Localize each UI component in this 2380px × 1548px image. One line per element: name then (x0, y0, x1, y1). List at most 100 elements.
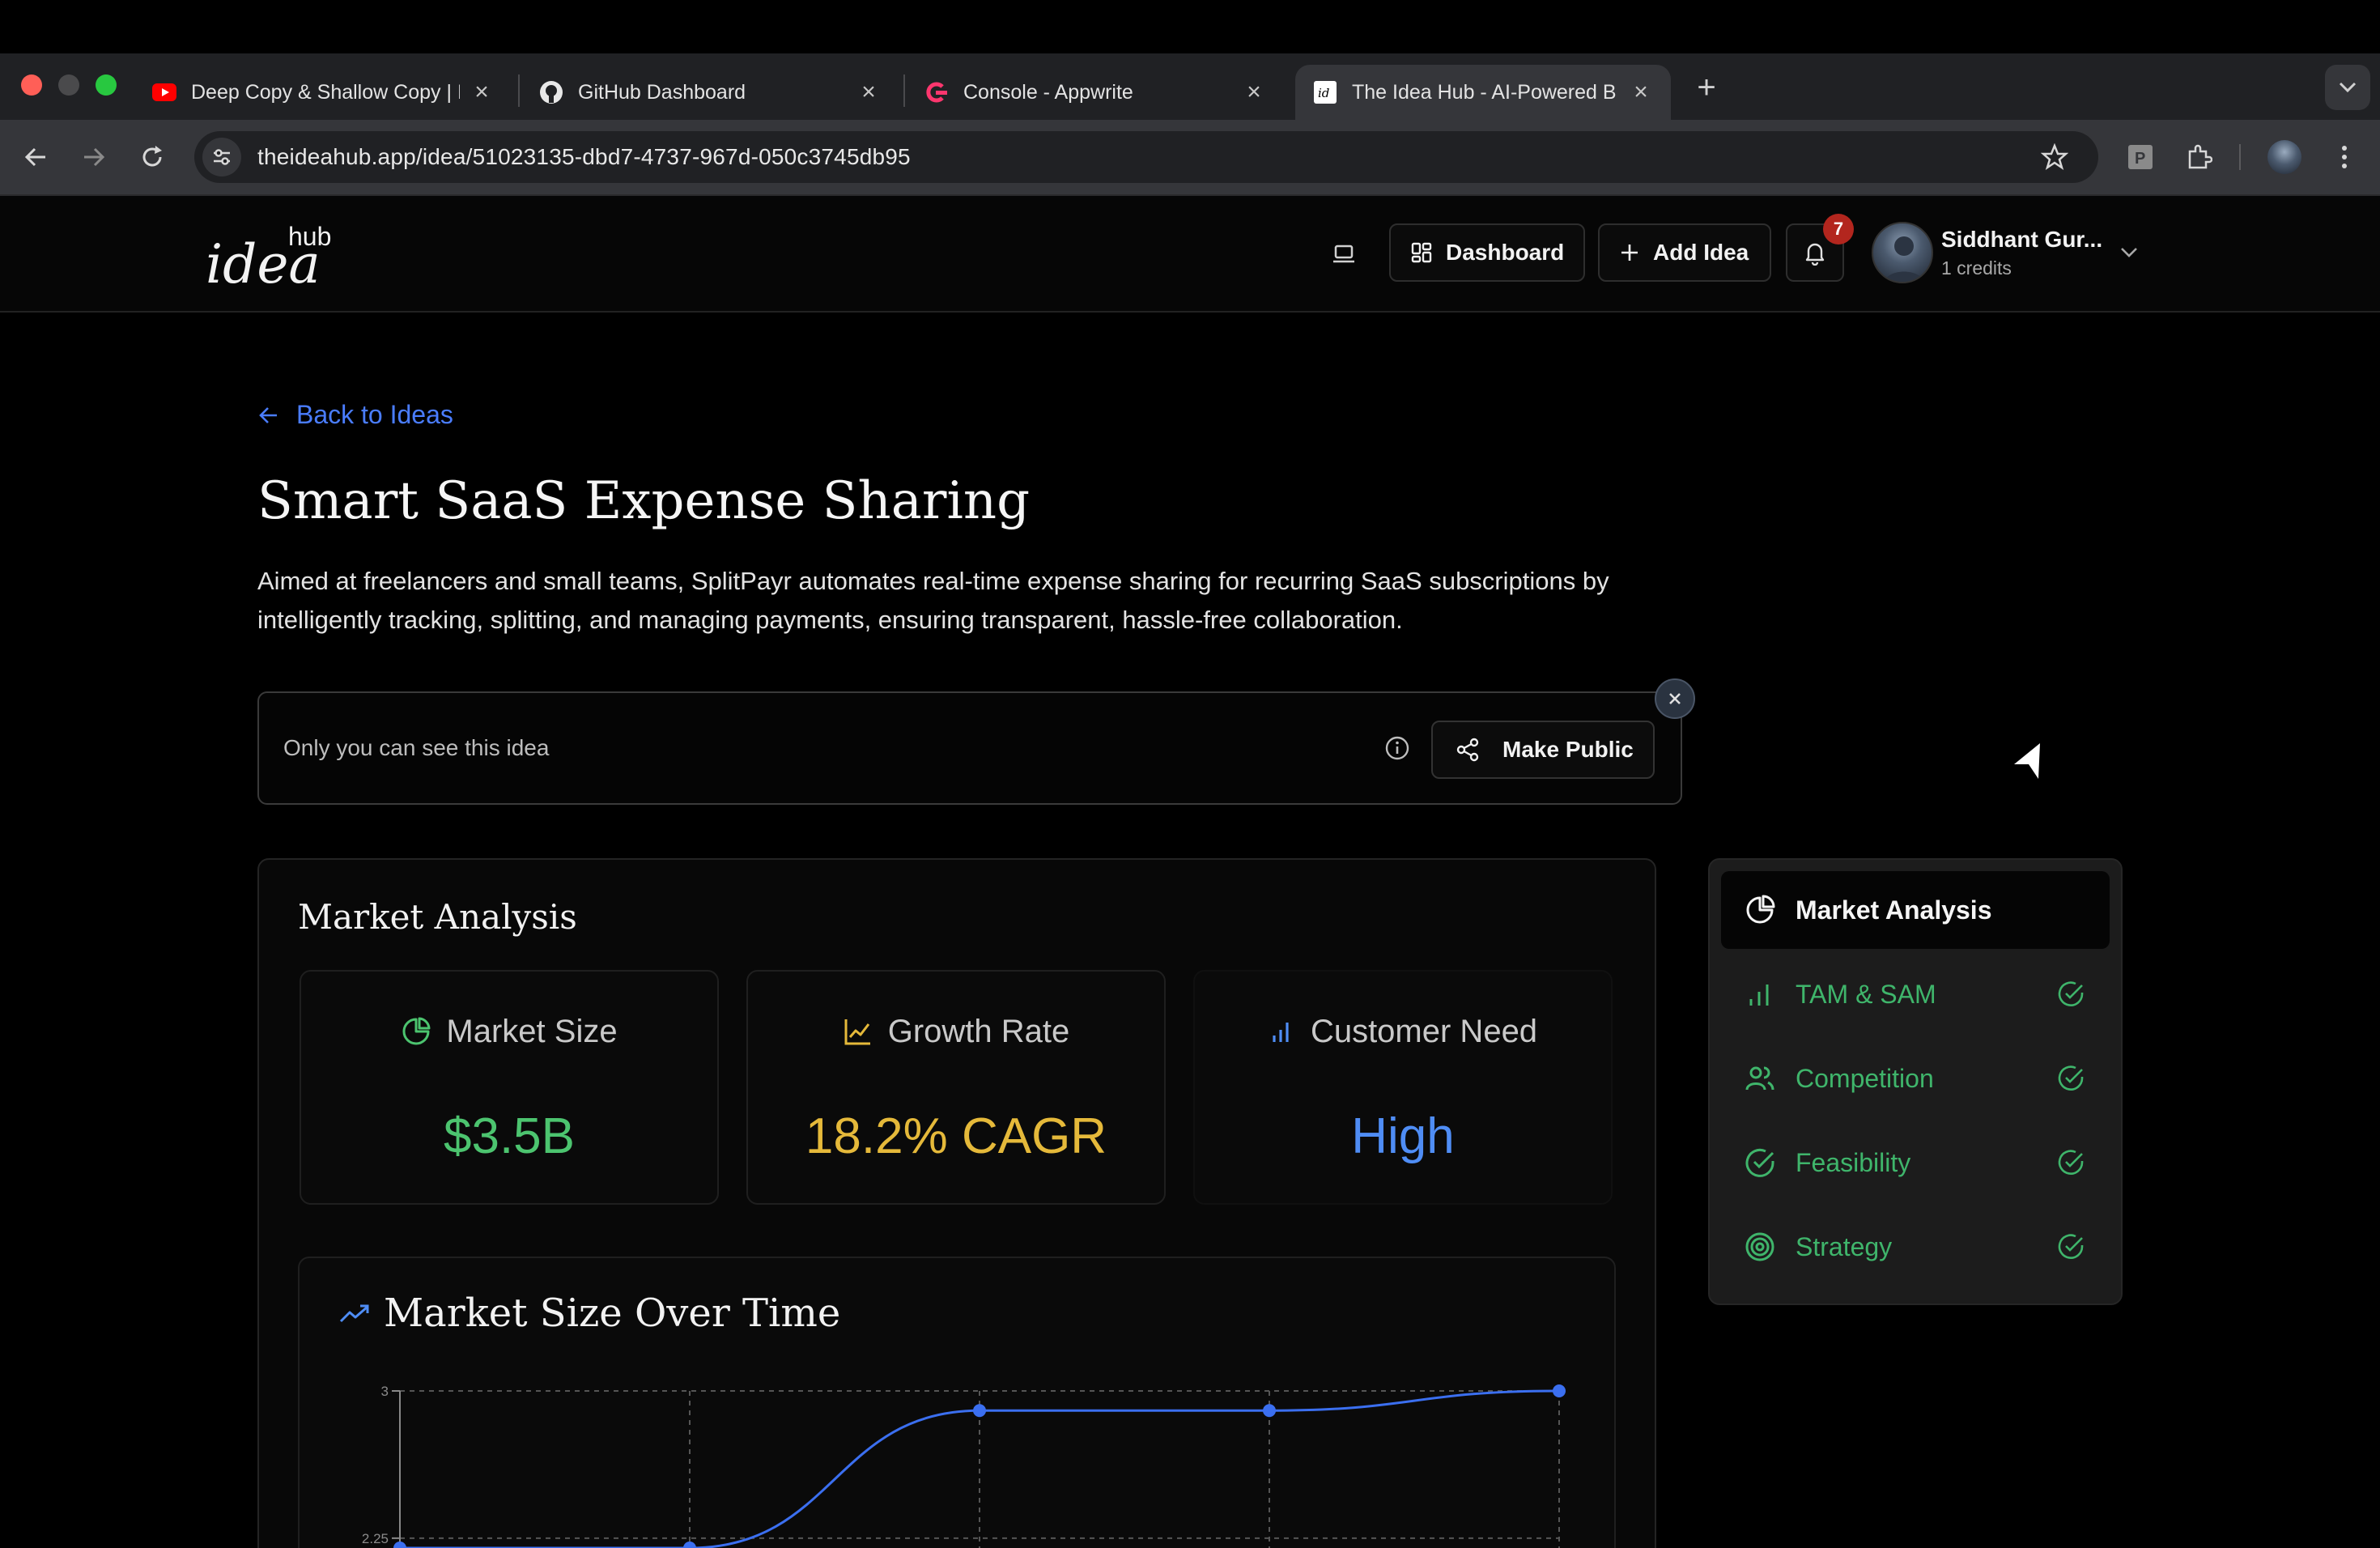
market-analysis-title: Market Analysis (298, 897, 577, 937)
tab-youtube[interactable]: Deep Copy & Shallow Copy | I × (134, 65, 512, 120)
line-chart-icon (843, 1016, 873, 1047)
tab-title: GitHub Dashboard (578, 80, 746, 104)
plus-icon (1619, 242, 1640, 263)
sidenav-label: TAM & SAM (1796, 979, 1936, 1009)
close-tab-icon[interactable]: × (1242, 79, 1266, 105)
pie-chart-icon (1744, 894, 1776, 926)
bell-icon (1805, 243, 1825, 266)
sidenav-item-competition[interactable]: Competition (1721, 1040, 2110, 1117)
tab-ideahub[interactable]: id The Idea Hub - AI-Powered B × (1295, 65, 1671, 120)
close-tab-icon[interactable]: × (470, 79, 494, 105)
bar-chart-icon (1744, 978, 1776, 1010)
trending-up-icon (338, 1302, 371, 1325)
data-point (973, 1404, 986, 1418)
user-avatar[interactable] (1872, 222, 1933, 283)
stat-label-customer-need: Customer Need (1193, 1010, 1613, 1053)
info-icon[interactable] (1383, 734, 1412, 763)
tab-appwrite[interactable]: Console - Appwrite × (907, 65, 1284, 120)
market-size-line-chart: 32.25 (362, 1384, 1566, 1548)
tab-divider (903, 74, 905, 107)
notification-badge: 7 (1823, 214, 1854, 245)
sidenav-item-strategy[interactable]: Strategy (1721, 1208, 2110, 1286)
user-credits: 1 credits (1941, 257, 2012, 279)
make-public-label: Make Public (1502, 737, 1634, 762)
check-circle-icon (2056, 1148, 2085, 1177)
browser-menu-icon[interactable] (2325, 138, 2364, 176)
add-idea-button[interactable]: Add Idea (1598, 223, 1771, 282)
new-tab-button[interactable]: + (1689, 70, 1724, 105)
check-circle-icon (2056, 980, 2085, 1009)
back-to-ideas-link[interactable]: Back to Ideas (257, 400, 453, 430)
stat-label-market-size: Market Size (300, 1010, 719, 1053)
site-settings-icon[interactable] (202, 138, 241, 176)
make-public-button[interactable]: Make Public (1431, 721, 1655, 779)
extension-p-icon[interactable]: P (2121, 138, 2160, 176)
tab-github[interactable]: GitHub Dashboard × (521, 65, 899, 120)
target-icon (1744, 1231, 1776, 1263)
back-button[interactable] (16, 138, 55, 176)
stat-card-growth-rate (746, 970, 1166, 1205)
appwrite-icon (924, 80, 949, 104)
stat-label-growth-rate: Growth Rate (746, 1010, 1166, 1053)
ideahub-icon: id (1313, 80, 1337, 104)
extensions-puzzle-icon[interactable] (2179, 138, 2218, 176)
tab-title: Deep Copy & Shallow Copy | I (191, 80, 460, 104)
chevron-down-icon (2339, 82, 2357, 93)
laptop-icon (1333, 245, 1354, 263)
logo-sup-text: hub (288, 222, 332, 251)
page-title: Smart SaaS Expense Sharing (257, 471, 1031, 531)
forward-button[interactable] (74, 138, 113, 176)
chevron-down-icon[interactable] (2114, 238, 2144, 267)
chart-title-text: Market Size Over Time (384, 1291, 841, 1336)
sidenav-label: Strategy (1796, 1231, 1893, 1261)
minimize-window-button[interactable] (58, 74, 79, 96)
bar-chart-icon (1269, 1018, 1296, 1045)
arrow-right-icon (84, 147, 105, 167)
users-icon (1744, 1062, 1776, 1095)
theme-toggle-button[interactable] (1323, 233, 1365, 275)
check-circle-icon (1744, 1146, 1776, 1179)
svg-text:id: id (1318, 86, 1329, 100)
sidenav-item-feasibility[interactable]: Feasibility (1721, 1124, 2110, 1201)
address-bar[interactable]: theideahub.app/idea/51023135-dbd7-4737-9… (194, 131, 2098, 183)
dashboard-grid-icon (1410, 241, 1433, 264)
close-window-button[interactable] (21, 74, 42, 96)
y-tick-label: 3 (381, 1384, 389, 1399)
privacy-text: Only you can see this idea (283, 735, 550, 760)
stat-card-customer-need (1193, 970, 1613, 1205)
sidenav-label: Market Analysis (1796, 895, 1992, 925)
stat-label-text: Market Size (446, 1013, 618, 1049)
arrow-left-icon (24, 147, 45, 167)
mouse-cursor-icon (2014, 743, 2040, 779)
idea-description: Aimed at freelancers and small teams, Sp… (257, 567, 1609, 634)
tab-search-button[interactable] (2325, 65, 2370, 110)
close-tab-icon[interactable]: × (856, 79, 881, 105)
add-idea-label: Add Idea (1653, 240, 1749, 265)
tab-divider (518, 74, 520, 107)
data-point (1263, 1404, 1276, 1418)
bookmark-star-icon[interactable] (2037, 139, 2072, 175)
tab-title: Console - Appwrite (963, 80, 1133, 104)
ideahub-logo[interactable]: idea hub (206, 219, 368, 296)
close-tab-icon[interactable]: × (1629, 79, 1653, 105)
maximize-window-button[interactable] (96, 74, 117, 96)
dismiss-notice-button[interactable] (1655, 678, 1695, 719)
data-point (1553, 1384, 1566, 1397)
reload-button[interactable] (133, 138, 172, 176)
check-circle-icon (2056, 1064, 2085, 1093)
y-tick-label: 2.25 (362, 1531, 389, 1546)
profile-avatar[interactable] (2265, 138, 2304, 176)
data-point (683, 1542, 696, 1548)
user-name[interactable]: Siddhant Gur... (1941, 227, 2102, 253)
stat-label-text: Growth Rate (887, 1013, 1070, 1049)
reload-icon (142, 146, 162, 167)
svg-text:P: P (2135, 150, 2145, 168)
pie-chart-icon (401, 1016, 431, 1047)
stat-value-growth-rate: 18.2% CAGR (805, 1108, 1107, 1164)
sidenav-item-market-analysis[interactable]: Market Analysis (1721, 871, 2110, 949)
sidenav-item-tam-sam[interactable]: TAM & SAM (1721, 955, 2110, 1033)
arrow-left-icon (257, 404, 280, 427)
check-circle-icon (2056, 1232, 2085, 1261)
dashboard-button[interactable]: Dashboard (1389, 223, 1585, 282)
url-text: theideahub.app/idea/51023135-dbd7-4737-9… (257, 144, 911, 169)
